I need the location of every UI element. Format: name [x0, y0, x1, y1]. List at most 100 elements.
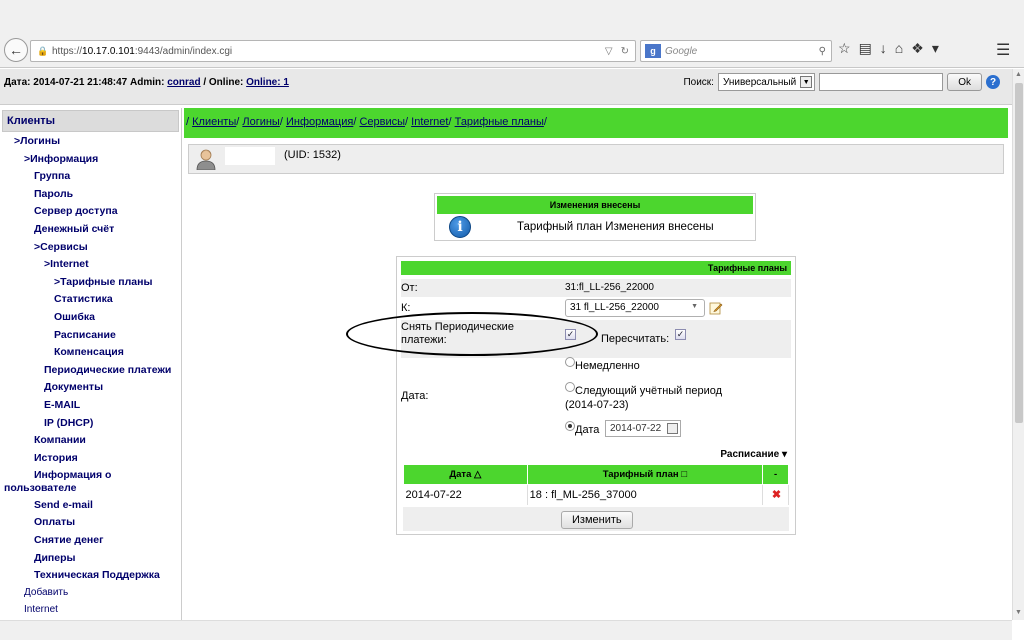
sidebar-item-internet[interactable]: >Internet	[44, 258, 89, 270]
sidebar-item-payments[interactable]: Оплаты	[34, 516, 75, 528]
breadcrumb-info[interactable]: Информация	[286, 116, 353, 128]
sidebar-item-periodic-payments[interactable]: Периодические платежи	[44, 364, 171, 376]
schedule-label: Расписание	[720, 449, 780, 460]
sidebar-item-account[interactable]: Денежный счёт	[34, 223, 114, 235]
menu-icon[interactable]: ☰	[996, 40, 1010, 60]
sidebar-item-logins[interactable]: >Логины	[14, 135, 60, 147]
download-icon[interactable]: ↓	[880, 40, 887, 57]
sidebar-item-error[interactable]: Ошибка	[54, 311, 95, 323]
sidebar-item-access-server[interactable]: Сервер доступа	[34, 205, 118, 217]
sidebar-item-password[interactable]: Пароль	[34, 188, 73, 200]
sidebar-item-user-info-cont[interactable]: пользователе	[4, 482, 77, 494]
google-icon[interactable]: g	[645, 44, 661, 58]
breadcrumb-services[interactable]: Сервисы	[359, 116, 405, 128]
search-input[interactable]	[819, 73, 944, 91]
recalc-label: Пересчитать:	[601, 333, 670, 345]
col-plan-label: Тарифный план	[602, 469, 679, 480]
dropdown-arrow-icon[interactable]: ▽	[605, 46, 613, 57]
sidebar-item-info[interactable]: >Информация	[24, 153, 98, 165]
message-box: Изменения внесены i Тарифный план Измене…	[434, 193, 756, 241]
sidebar-item-internet-add[interactable]: Internet	[24, 604, 58, 615]
url-rest: :9443/admin/index.cgi	[134, 45, 233, 57]
search-ok-button[interactable]: Ok	[947, 73, 982, 91]
radio-date[interactable]	[565, 421, 575, 431]
calendar-icon[interactable]	[667, 423, 678, 434]
breadcrumb-clients[interactable]: Клиенты	[192, 116, 236, 128]
row-date: 2014-07-22	[403, 484, 528, 505]
breadcrumb-internet[interactable]: Internet	[411, 116, 448, 128]
sidebar-item-tech-support[interactable]: Техническая Поддержка	[34, 569, 160, 581]
sidebar-item-add[interactable]: Добавить	[24, 587, 68, 598]
radio-now[interactable]	[565, 357, 575, 367]
breadcrumb-tariff-plans[interactable]: Тарифные планы	[455, 116, 544, 128]
scroll-down-icon[interactable]: ▼	[1015, 609, 1022, 616]
bookmark-star-icon[interactable]: ☆	[838, 40, 851, 57]
from-label: От:	[401, 282, 418, 294]
sidebar-item-compensation[interactable]: Компенсация	[54, 346, 124, 358]
option-next-label: Следующий учётный период	[575, 385, 723, 397]
dropdown-arrow-icon[interactable]: ▼	[800, 76, 813, 88]
tariff-to-select[interactable]: 31 fl_LL-256_22000 ▼	[565, 299, 705, 317]
session-info: Дата: 2014-07-21 21:48:47 Admin: conrad …	[4, 77, 289, 88]
search-icon[interactable]: ⚲	[819, 46, 831, 57]
tariff-form-title: Тарифные планы	[401, 261, 791, 275]
search-type-select[interactable]: Универсальный ▼	[717, 73, 816, 91]
option-now-label: Немедленно	[575, 360, 640, 372]
sidebar-item-services[interactable]: >Сервисы	[34, 241, 88, 253]
recalc-checkbox[interactable]: ✓	[675, 329, 686, 340]
sort-asc-icon[interactable]: △	[474, 469, 481, 480]
date-label: Дата:	[401, 390, 429, 402]
sidebar-item-history[interactable]: История	[34, 452, 78, 464]
edit-icon[interactable]	[709, 301, 723, 315]
annotation-ellipse	[346, 312, 598, 356]
sidebar-title[interactable]: Клиенты	[2, 110, 179, 132]
sidebar-item-email[interactable]: E-MAIL	[44, 399, 80, 411]
delete-icon[interactable]: ✖	[762, 484, 789, 505]
schedule-toggle[interactable]: Расписание ▾	[720, 449, 787, 460]
search-placeholder: Google	[665, 45, 698, 57]
breadcrumb-end: /	[543, 116, 547, 128]
sidebar: Клиенты >Логины >Информация Группа Парол…	[0, 108, 182, 620]
sidebar-item-tariff-plans[interactable]: >Тарифные планы	[54, 276, 152, 288]
change-button[interactable]: Изменить	[561, 511, 633, 529]
home-icon[interactable]: ⌂	[895, 40, 903, 57]
url-host: 10.17.0.101	[82, 45, 135, 57]
reload-icon[interactable]: ↻	[621, 46, 629, 57]
horizontal-scrollbar[interactable]	[0, 620, 1012, 640]
breadcrumb-logins[interactable]: Логины	[242, 116, 279, 128]
browser-search-bar[interactable]: g Google ⚲	[640, 40, 832, 62]
sidebar-item-companies[interactable]: Компании	[34, 434, 86, 446]
sidebar-item-send-email[interactable]: Send e-mail	[34, 499, 93, 511]
select-all-icon[interactable]: □	[681, 469, 687, 480]
sidebar-item-withdrawal[interactable]: Снятие денег	[34, 534, 103, 546]
scroll-thumb[interactable]	[1015, 83, 1023, 423]
chevron-down-icon[interactable]: ▾	[932, 40, 939, 57]
date-input[interactable]: 2014-07-22	[605, 420, 681, 437]
vertical-scrollbar[interactable]: ▲ ▼	[1012, 69, 1024, 620]
extension-icon[interactable]: ❖	[911, 40, 924, 57]
sidebar-item-group[interactable]: Группа	[34, 170, 70, 182]
help-icon[interactable]: ?	[986, 75, 1000, 89]
message-title: Изменения внесены	[437, 196, 753, 214]
to-label: К:	[401, 302, 411, 314]
sidebar-item-ip-dhcp[interactable]: IP (DHCP)	[44, 417, 93, 429]
address-bar[interactable]: 🔒 https://10.17.0.101:9443/admin/index.c…	[30, 40, 636, 62]
sidebar-item-documents[interactable]: Документы	[44, 381, 103, 393]
col-plan[interactable]: Тарифный план □	[526, 464, 764, 485]
message-text: Тарифный план Изменения внесены	[517, 221, 714, 233]
online-link[interactable]: Online: 1	[246, 77, 289, 88]
back-arrow-icon[interactable]: ←	[4, 38, 28, 62]
reading-list-icon[interactable]: ▤	[859, 40, 872, 57]
sidebar-item-schedule[interactable]: Расписание	[54, 329, 116, 341]
admin-link[interactable]: conrad	[167, 77, 200, 88]
col-date[interactable]: Дата △	[403, 464, 528, 485]
sidebar-item-statistics[interactable]: Статистика	[54, 293, 113, 305]
scroll-up-icon[interactable]: ▲	[1015, 71, 1022, 78]
sidebar-item-user-info[interactable]: Информация о	[34, 469, 111, 481]
sidebar-item-dealers[interactable]: Диперы	[34, 552, 76, 564]
radio-next-period[interactable]	[565, 382, 575, 392]
user-box: (UID: 1532)	[188, 144, 1004, 174]
user-avatar-icon	[196, 149, 216, 170]
search-type-value: Универсальный	[722, 76, 797, 88]
app-header: Дата: 2014-07-21 21:48:47 Admin: conrad …	[0, 69, 1012, 105]
